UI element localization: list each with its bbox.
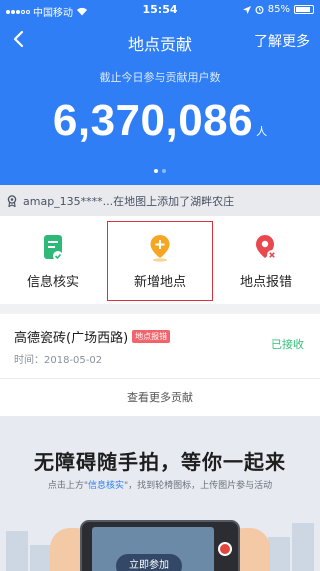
building-illustration: [292, 523, 314, 571]
building-illustration: [6, 531, 28, 571]
action-icon-wrap: [213, 234, 319, 262]
carousel-pager: [0, 169, 320, 173]
status-right: 85%: [242, 4, 314, 15]
record-time: 时间：2018-05-02: [14, 355, 103, 366]
highlight-frame: [107, 221, 213, 301]
action-label: 信息核实: [26, 275, 79, 290]
record-type-badge: 地点报错: [132, 330, 171, 343]
action-verify-info[interactable]: 信息核实: [0, 216, 106, 304]
action-icon-wrap: [0, 234, 106, 262]
building-illustration: [268, 537, 290, 571]
ticker-text: amap_135****...在地图上添加了湖畔农庄: [23, 194, 235, 208]
contribution-actions: 信息核实 新增地点 地点报错: [0, 216, 320, 304]
battery-percent: 85%: [267, 4, 290, 15]
location-arrow-icon: [242, 5, 251, 14]
contributor-badge-icon: [7, 194, 17, 207]
record-place-name: 高德瓷砖(广场西路): [14, 331, 129, 346]
contributor-count-caption: 截止今日参与贡献用户数: [99, 71, 221, 84]
pager-dot: [162, 169, 166, 173]
activity-ticker: amap_135****...在地图上添加了湖畔农庄: [0, 185, 320, 216]
map-pin-error-icon: [256, 235, 277, 260]
contributor-count-unit: 人: [256, 125, 268, 138]
learn-more-link[interactable]: 了解更多: [254, 31, 310, 51]
document-check-icon: [44, 235, 63, 261]
promo-subtitle-text: 点击上方": [47, 481, 88, 491]
promo-title: 无障碍随手拍，等你一起来: [34, 450, 286, 474]
promo-subtitle-text: "，找到轮椅图标，上传图片参与活动: [124, 481, 273, 491]
camera-shutter-icon: [218, 542, 232, 556]
pager-dot: [154, 169, 158, 173]
view-more-contributions-link[interactable]: 查看更多贡献: [0, 378, 320, 416]
battery-level: [296, 7, 310, 12]
action-report-error[interactable]: 地点报错: [213, 216, 319, 304]
record-title-row: 高德瓷砖(广场西路) 地点报错: [14, 327, 171, 346]
action-label: 地点报错: [239, 275, 292, 290]
record-status: 已接收: [271, 338, 304, 351]
promo-banner: 无障碍随手拍，等你一起来 点击上方"信息核实"，找到轮椅图标，上传图片参与活动 …: [0, 416, 320, 571]
contributor-count-value: 6,370,086: [52, 96, 254, 145]
alarm-icon: [255, 6, 264, 14]
status-bar: 中国移动 15:54 85%: [0, 0, 320, 20]
contributor-count: 6,370,086 人: [0, 96, 320, 146]
battery-icon: [294, 5, 314, 14]
hero-header: 地点贡献 了解更多 截止今日参与贡献用户数 6,370,086 人: [0, 20, 320, 185]
promo-subtitle: 点击上方"信息核实"，找到轮椅图标，上传图片参与活动: [0, 478, 320, 491]
building-illustration: [30, 545, 52, 571]
contribution-record[interactable]: 高德瓷砖(广场西路) 地点报错 时间：2018-05-02 已接收: [0, 314, 320, 378]
promo-subtitle-highlight: 信息核实: [87, 481, 124, 491]
join-now-button[interactable]: 立即参加: [116, 554, 182, 571]
